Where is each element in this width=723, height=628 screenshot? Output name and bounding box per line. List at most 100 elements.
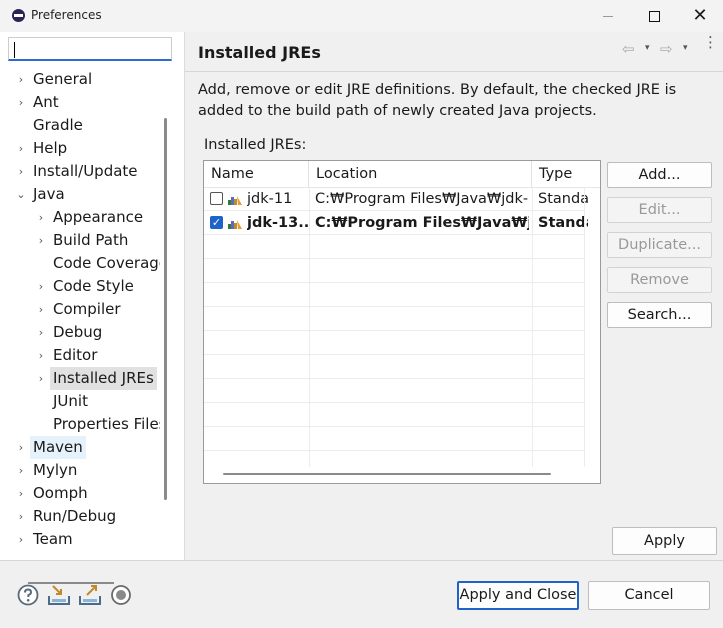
chevron-right-icon[interactable]: › (35, 298, 47, 321)
table-horizontal-scrollbar[interactable] (223, 473, 551, 475)
table-row[interactable]: jdk-11 C:₩Program Files₩Java₩jdk-11 Stan… (204, 187, 588, 211)
tree-item-debug[interactable]: › Debug (0, 321, 103, 344)
empty-row (204, 235, 584, 259)
tree-item-help[interactable]: › Help (0, 137, 67, 160)
chevron-right-icon[interactable]: › (35, 229, 47, 252)
close-button[interactable]: ✕ (677, 0, 723, 32)
chevron-right-icon[interactable]: › (15, 68, 27, 91)
empty-row (204, 403, 584, 427)
column-header-location[interactable]: Location (309, 161, 532, 187)
tree-item-installed-jres[interactable]: › Installed JREs (0, 367, 157, 390)
chevron-right-icon[interactable]: › (15, 436, 27, 459)
chevron-right-icon[interactable]: › (15, 91, 27, 114)
preference-tree: › General › Ant Gradle › Help › Install/Upda… (0, 68, 160, 544)
maximize-button[interactable] (631, 0, 677, 32)
cancel-button[interactable]: Cancel (588, 581, 710, 610)
tree-item-label: Oomph (33, 484, 88, 502)
import-icon[interactable] (47, 583, 71, 607)
remove-button[interactable]: Remove (607, 267, 712, 293)
table-row[interactable]: ✓ jdk-13... C:₩Program Files₩Java₩jdk...… (204, 211, 588, 235)
jre-checkbox[interactable] (210, 192, 223, 205)
tree-item-compiler[interactable]: › Compiler (0, 298, 121, 321)
tree-item-appearance[interactable]: › Appearance (0, 206, 143, 229)
tree-item-label: JUnit (53, 392, 88, 410)
empty-row (204, 355, 584, 379)
chevron-right-icon[interactable]: › (15, 137, 27, 160)
empty-row (204, 259, 584, 283)
apply-button[interactable]: Apply (612, 527, 717, 555)
forward-arrow-icon[interactable]: ⇨ (660, 40, 673, 58)
tree-item-label: Gradle (33, 116, 83, 134)
tree-item-properties-files[interactable]: Properties Files (0, 413, 160, 436)
chevron-right-icon[interactable]: › (35, 206, 47, 229)
pane-splitter[interactable] (184, 32, 185, 560)
table-header: Name Location Type (204, 161, 600, 188)
chevron-right-icon[interactable]: › (35, 344, 47, 367)
help-icon[interactable] (16, 583, 40, 607)
chevron-right-icon[interactable]: › (15, 528, 27, 544)
tree-item-oomph[interactable]: › Oomph (0, 482, 88, 505)
tree-item-ant[interactable]: › Ant (0, 91, 59, 114)
jre-library-icon (228, 196, 242, 205)
back-dropdown-icon[interactable]: ▾ (645, 43, 650, 53)
preference-tree-pane: › General › Ant Gradle › Help › Install/Upda… (0, 32, 184, 584)
chevron-right-icon[interactable]: › (15, 160, 27, 183)
chevron-right-icon[interactable]: › (35, 275, 47, 298)
column-header-name[interactable]: Name (204, 161, 309, 187)
tree-item-junit[interactable]: JUnit (0, 390, 88, 413)
chevron-right-icon[interactable]: › (15, 482, 27, 505)
add-button[interactable]: Add... (607, 162, 712, 188)
edit-button[interactable]: Edit... (607, 197, 712, 223)
header-divider (185, 71, 723, 72)
export-icon[interactable] (78, 583, 102, 607)
tree-item-build-path[interactable]: › Build Path (0, 229, 129, 252)
empty-row (204, 283, 584, 307)
back-arrow-icon[interactable]: ⇦ (622, 40, 635, 58)
jre-checkbox-checked[interactable]: ✓ (210, 216, 223, 229)
title-bar: Preferences ✕ (0, 0, 723, 32)
tree-vertical-scrollbar[interactable] (164, 118, 167, 500)
view-menu-icon[interactable]: ⋮ (703, 35, 718, 50)
tree-item-maven[interactable]: › Maven (0, 436, 86, 459)
tree-item-gradle[interactable]: Gradle (0, 114, 83, 137)
tree-item-java[interactable]: ⌄ Java (0, 183, 64, 206)
tree-item-mylyn[interactable]: › Mylyn (0, 459, 78, 482)
tree-item-run-debug[interactable]: › Run/Debug (0, 505, 116, 528)
close-icon: ✕ (692, 5, 708, 26)
jre-library-icon (228, 220, 242, 229)
filter-input[interactable] (8, 37, 172, 61)
tree-item-label: Editor (53, 346, 98, 364)
tree-item-label: Java (33, 185, 65, 203)
record-icon[interactable] (109, 583, 133, 607)
search-button[interactable]: Search... (607, 302, 712, 328)
tree-item-label: Code Coverage (53, 254, 160, 272)
tree-item-label: Install/Update (33, 162, 138, 180)
tree-item-label: Compiler (53, 300, 121, 318)
column-header-type[interactable]: Type (532, 161, 600, 187)
tree-item-label: General (33, 70, 93, 88)
page-title: Installed JREs (198, 43, 321, 62)
tree-item-label: Installed JREs (50, 367, 157, 390)
chevron-right-icon[interactable]: › (35, 321, 47, 344)
maximize-icon (648, 10, 660, 22)
footer-divider (0, 560, 723, 561)
apply-and-close-button[interactable]: Apply and Close (457, 581, 579, 610)
tree-item-team[interactable]: › Team (0, 528, 73, 544)
chevron-right-icon[interactable]: › (15, 505, 27, 528)
installed-jres-table: Name Location Type jdk-11 C:₩Program Fil… (203, 160, 601, 484)
tree-item-install-update[interactable]: › Install/Update (0, 160, 138, 183)
tree-item-editor[interactable]: › Editor (0, 344, 98, 367)
tree-item-label: Run/Debug (33, 507, 117, 525)
chevron-right-icon[interactable]: › (35, 367, 47, 390)
eclipse-logo-icon (12, 9, 25, 22)
tree-item-label: Mylyn (33, 461, 78, 479)
tree-item-code-style[interactable]: › Code Style (0, 275, 134, 298)
forward-dropdown-icon[interactable]: ▾ (683, 43, 688, 53)
minimize-button[interactable] (585, 0, 631, 32)
tree-item-general[interactable]: › General (0, 68, 92, 91)
tree-item-label: Build Path (53, 231, 129, 249)
chevron-right-icon[interactable]: › (15, 459, 27, 482)
tree-item-code-coverage[interactable]: Code Coverage (0, 252, 160, 275)
duplicate-button[interactable]: Duplicate... (607, 232, 712, 258)
chevron-down-icon[interactable]: ⌄ (15, 183, 27, 206)
